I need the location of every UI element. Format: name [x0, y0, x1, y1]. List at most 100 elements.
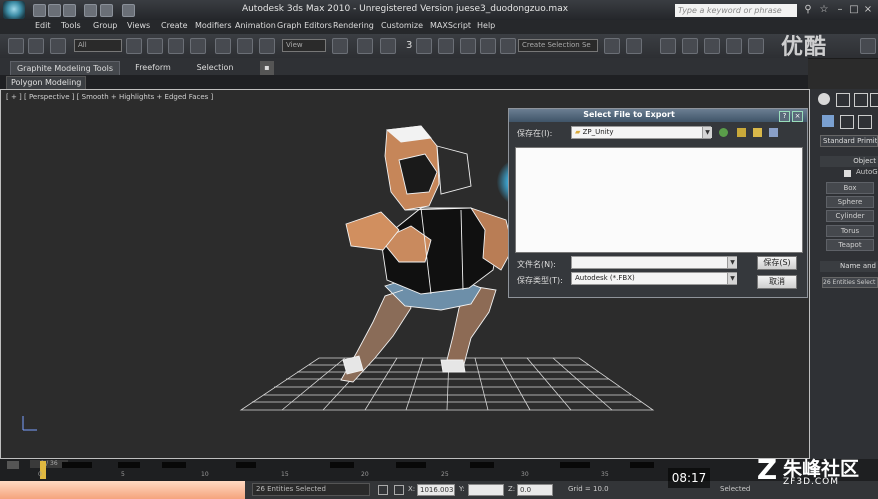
file-list[interactable] [515, 147, 803, 253]
dialog-close-icon[interactable]: × [792, 111, 803, 122]
object-type-rollout[interactable]: Object [820, 156, 878, 167]
save-in-dropdown-arrow-icon[interactable]: ▼ [702, 127, 712, 138]
mirror-icon[interactable] [604, 38, 620, 54]
hierarchy-tab-icon[interactable] [854, 93, 868, 107]
save-button[interactable]: 保存(S) [757, 256, 797, 270]
snaps-toggle-icon[interactable] [416, 38, 432, 54]
curve-editor-icon[interactable] [704, 38, 720, 54]
cylinder-button[interactable]: Cylinder [826, 210, 874, 222]
x-coordinate-input[interactable]: 1016.003 [417, 484, 455, 496]
file-name-dropdown-arrow-icon[interactable]: ▼ [727, 257, 737, 268]
select-and-manipulate-icon[interactable] [357, 38, 373, 54]
search-icon[interactable]: ⚲ [802, 4, 814, 16]
search-input[interactable]: Type a keyword or phrase [675, 4, 797, 17]
menu-graph-editors[interactable]: Graph Editors [277, 21, 332, 30]
spinner-snap-icon[interactable] [480, 38, 496, 54]
save-file-icon[interactable] [63, 4, 76, 17]
undo-icon[interactable] [84, 4, 97, 17]
pivot-center-icon[interactable] [332, 38, 348, 54]
motion-tab-icon[interactable] [870, 93, 878, 107]
teapot-button[interactable]: Teapot [826, 239, 874, 251]
menu-create[interactable]: Create [161, 21, 188, 30]
window-crossing-icon[interactable] [190, 38, 206, 54]
menu-modifiers[interactable]: Modifiers [195, 21, 232, 30]
cancel-button[interactable]: 取消 [757, 275, 797, 289]
autogrid-checkbox[interactable] [844, 170, 851, 177]
align-icon[interactable] [626, 38, 642, 54]
y-coordinate-input[interactable] [468, 484, 504, 496]
menu-help[interactable]: Help [477, 21, 495, 30]
save-in-dropdown[interactable]: ▰ ZP_Unity [571, 126, 711, 139]
close-icon[interactable]: × [862, 4, 874, 16]
object-name-input[interactable]: 26 Entities Select [822, 277, 878, 288]
bind-space-warp-icon[interactable] [50, 38, 66, 54]
rectangular-selection-icon[interactable] [168, 38, 184, 54]
menu-animation[interactable]: Animation [235, 21, 276, 30]
name-and-color-rollout[interactable]: Name and [820, 261, 878, 272]
angle-snap-icon[interactable] [438, 38, 454, 54]
move-icon[interactable] [215, 38, 231, 54]
project-folder-icon[interactable] [122, 4, 135, 17]
tab-selection[interactable]: Selection [192, 61, 238, 75]
new-file-icon[interactable] [33, 4, 46, 17]
menu-rendering[interactable]: Rendering [333, 21, 374, 30]
menu-group[interactable]: Group [93, 21, 117, 30]
tab-freeform[interactable]: Freeform [130, 61, 176, 75]
geometry-icon[interactable] [822, 115, 834, 127]
dialog-titlebar[interactable]: Select File to Export ? × [509, 109, 807, 122]
absolute-mode-icon[interactable] [394, 485, 404, 495]
material-editor-icon[interactable] [726, 38, 742, 54]
create-tab-icon[interactable] [818, 93, 830, 105]
polygon-modeling-panel[interactable]: Polygon Modeling [6, 76, 87, 90]
menu-customize[interactable]: Customize [381, 21, 423, 30]
lights-icon[interactable] [858, 115, 872, 129]
selection-lock-icon[interactable] [378, 485, 388, 495]
app-logo-icon[interactable] [3, 1, 25, 19]
torus-button[interactable]: Torus [826, 225, 874, 237]
file-name-input[interactable] [571, 256, 737, 269]
shapes-icon[interactable] [840, 115, 854, 129]
snaps-toggle-label[interactable]: 3 [406, 40, 412, 51]
unlink-icon[interactable] [28, 38, 44, 54]
modify-tab-icon[interactable] [836, 93, 850, 107]
named-selection-set-dropdown[interactable]: Create Selection Se [518, 39, 598, 52]
keyboard-shortcut-override-icon[interactable] [380, 38, 396, 54]
select-object-icon[interactable] [126, 38, 142, 54]
minimize-icon[interactable]: – [834, 4, 846, 16]
maximize-icon[interactable]: □ [848, 4, 860, 16]
file-type-dropdown[interactable]: Autodesk (*.FBX) [571, 272, 737, 285]
link-icon[interactable] [8, 38, 24, 54]
new-folder-icon[interactable] [753, 128, 762, 137]
mini-curve-editor-icon[interactable] [7, 461, 19, 469]
timeline[interactable]: 0 / 36 0 5 10 15 20 25 30 35 [0, 459, 878, 481]
back-icon[interactable] [719, 128, 728, 137]
menu-views[interactable]: Views [127, 21, 150, 30]
box-button[interactable]: Box [826, 182, 874, 194]
redo-icon[interactable] [100, 4, 113, 17]
sphere-button[interactable]: Sphere [826, 196, 874, 208]
layer-manager-icon[interactable] [660, 38, 676, 54]
dialog-help-icon[interactable]: ? [779, 111, 790, 122]
view-menu-icon[interactable] [769, 128, 778, 137]
up-folder-icon[interactable] [737, 128, 746, 137]
reference-coordinate-dropdown[interactable]: View [282, 39, 326, 52]
maxscript-listener-area[interactable] [0, 481, 245, 499]
scale-icon[interactable] [259, 38, 275, 54]
file-type-dropdown-arrow-icon[interactable]: ▼ [727, 273, 737, 284]
edit-named-selection-icon[interactable] [500, 38, 516, 54]
ribbon-toggle-icon[interactable]: ▪ [260, 61, 274, 75]
render-icon[interactable] [860, 38, 876, 54]
rotate-icon[interactable] [237, 38, 253, 54]
selection-filter-dropdown[interactable]: All [74, 39, 122, 52]
favorites-star-icon[interactable]: ☆ [818, 4, 830, 16]
select-by-name-icon[interactable] [147, 38, 163, 54]
z-coordinate-input[interactable]: 0.0 [517, 484, 553, 496]
primitive-type-dropdown[interactable]: Standard Primitiv [820, 135, 878, 147]
menu-edit[interactable]: Edit [35, 21, 51, 30]
menu-tools[interactable]: Tools [61, 21, 81, 30]
graphite-toggle-icon[interactable] [682, 38, 698, 54]
menu-maxscript[interactable]: MAXScript [430, 21, 471, 30]
render-setup-icon[interactable] [748, 38, 764, 54]
tab-graphite-modeling-tools[interactable]: Graphite Modeling Tools [10, 61, 120, 76]
open-file-icon[interactable] [48, 4, 61, 17]
